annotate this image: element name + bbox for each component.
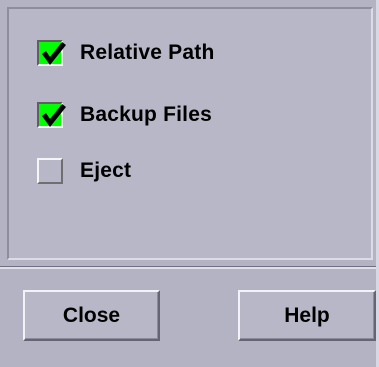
options-dialog: Relative Path Backup Files Eject Close H… [0,0,379,367]
backup-files-label: Backup Files [80,103,212,126]
checkmark-icon [42,104,66,127]
close-button[interactable]: Close [23,290,160,341]
checkmark-icon [42,42,66,65]
option-backup-files[interactable]: Backup Files [37,100,212,130]
eject-checkbox[interactable] [37,158,63,184]
option-relative-path[interactable]: Relative Path [37,38,215,68]
relative-path-checkbox[interactable] [37,40,66,66]
backup-files-checkbox[interactable] [37,102,66,128]
help-button[interactable]: Help [238,290,376,341]
options-panel: Relative Path Backup Files Eject [7,7,373,260]
dialog-separator [0,266,379,269]
relative-path-label: Relative Path [80,41,215,64]
option-eject[interactable]: Eject [37,156,131,186]
eject-label: Eject [80,159,132,182]
